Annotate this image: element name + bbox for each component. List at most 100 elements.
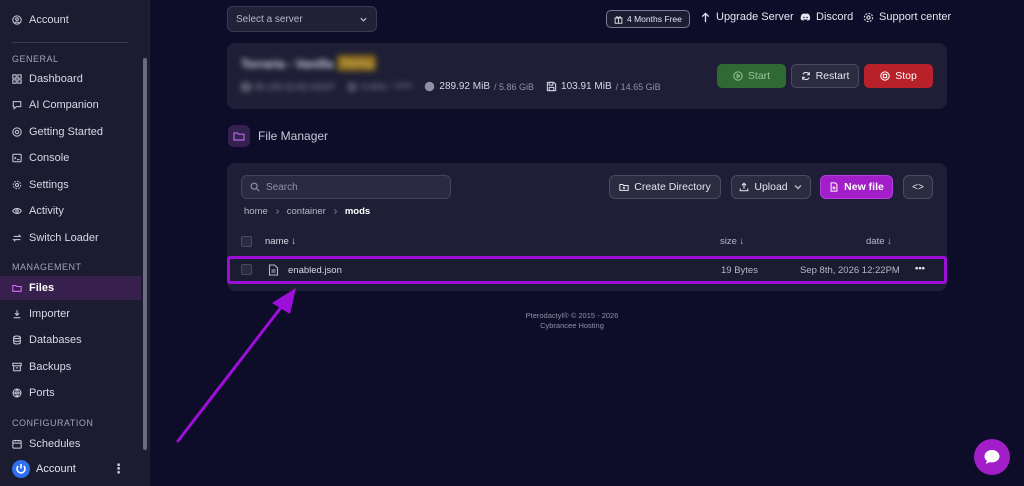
cpu-limit: / 100% xyxy=(390,83,413,90)
folder-icon xyxy=(12,284,22,292)
column-header-size[interactable]: size ↓ xyxy=(720,236,744,247)
code-view-toggle[interactable]: <> xyxy=(903,175,933,199)
sidebar-item-label: Account xyxy=(29,14,69,26)
upload-button[interactable]: Upload xyxy=(731,175,811,199)
file-size: 19 Bytes xyxy=(721,265,758,276)
support-center-link[interactable]: Support center xyxy=(863,11,951,23)
server-name: Terraria - Vanilla xyxy=(241,57,334,71)
database-icon xyxy=(13,335,21,345)
upgrade-server-label: Upgrade Server xyxy=(716,11,794,23)
search-input[interactable] xyxy=(266,181,446,193)
sidebar-item-console[interactable]: Console xyxy=(12,148,140,168)
create-directory-button[interactable]: Create Directory xyxy=(609,175,721,199)
sidebar-item-files[interactable]: Files xyxy=(0,276,141,300)
network-icon xyxy=(12,388,22,398)
sidebar-item-getting-started[interactable]: Getting Started xyxy=(12,122,140,142)
calendar-icon xyxy=(12,439,22,449)
file-text-icon xyxy=(268,264,279,276)
breadcrumb: home container mods xyxy=(244,206,370,217)
column-header-name[interactable]: name ↓ xyxy=(265,236,296,247)
new-file-button[interactable]: New file xyxy=(820,175,893,199)
sidebar-item-settings[interactable]: Settings xyxy=(12,175,140,195)
file-browser-card: Create Directory Upload New file <> home… xyxy=(227,163,947,291)
sidebar-item-account[interactable]: Account xyxy=(12,10,140,30)
discord-link[interactable]: Discord xyxy=(800,11,853,23)
sidebar-item-databases[interactable]: Databases xyxy=(12,330,140,350)
sidebar-item-label: Dashboard xyxy=(29,73,83,85)
page-footer: Pterodactyl® © 2015 - 2026 Cybrancee Hos… xyxy=(500,311,644,331)
server-stats: 85.159.32.82:19237 0.00% / 100% 289.92 M… xyxy=(241,81,673,92)
sidebar-item-label: Backups xyxy=(29,361,72,373)
sidebar-item-schedules[interactable]: Schedules xyxy=(12,434,140,454)
stop-button-label: Stop xyxy=(895,70,917,82)
table-row[interactable]: enabled.json 19 Bytes Sep 8th, 2026 12:2… xyxy=(227,256,947,284)
live-chat-button[interactable] xyxy=(974,439,1010,475)
file-name[interactable]: enabled.json xyxy=(288,265,342,276)
server-status-card: Terraria - Vanilla Starting 85.159.32.82… xyxy=(227,43,947,109)
file-manager-icon-box xyxy=(228,125,250,147)
account-label: Account xyxy=(36,463,76,475)
sidebar-item-dashboard[interactable]: Dashboard xyxy=(12,69,140,89)
sidebar-item-label: Databases xyxy=(29,334,82,346)
breadcrumb-container[interactable]: container xyxy=(287,206,326,217)
eye-icon xyxy=(12,208,22,214)
chevron-right-icon xyxy=(275,209,280,214)
start-button[interactable]: Start xyxy=(717,64,786,88)
sidebar-item-ports[interactable]: Ports xyxy=(12,383,140,403)
promo-badge[interactable]: 4 Months Free xyxy=(606,10,690,28)
swap-arrows-icon xyxy=(12,234,22,242)
search-box[interactable] xyxy=(241,175,451,199)
new-file-label: New file xyxy=(844,181,884,193)
row-actions-menu[interactable]: ••• xyxy=(915,263,925,274)
folder-open-icon xyxy=(233,132,245,141)
sidebar-scrollbar[interactable] xyxy=(143,58,147,450)
row-checkbox[interactable] xyxy=(241,264,252,275)
server-address-value: 85.159.32.82:19237 xyxy=(255,81,336,92)
folder-plus-icon xyxy=(619,184,629,191)
select-all-checkbox[interactable] xyxy=(241,236,252,247)
user-circle-icon xyxy=(12,15,22,25)
sidebar-item-activity[interactable]: Activity xyxy=(12,201,140,221)
file-plus-icon xyxy=(830,182,838,192)
sidebar-item-ai-companion[interactable]: AI Companion xyxy=(12,95,140,115)
cpu-stat: 0.00% / 100% xyxy=(347,82,412,92)
column-header-date[interactable]: date ↓ xyxy=(866,236,892,247)
upgrade-server-link[interactable]: Upgrade Server xyxy=(700,11,794,23)
search-icon xyxy=(250,182,260,192)
upload-icon xyxy=(740,182,749,192)
breadcrumb-home[interactable]: home xyxy=(244,206,268,217)
chat-bot-icon xyxy=(12,101,22,110)
sidebar-item-label: Getting Started xyxy=(29,126,103,138)
restart-button-label: Restart xyxy=(815,70,850,82)
sidebar-item-label: Switch Loader xyxy=(29,232,99,244)
sidebar-account-footer[interactable]: Account ⋮ xyxy=(0,452,150,486)
sidebar-divider xyxy=(12,42,128,43)
support-center-label: Support center xyxy=(879,11,952,23)
memory-value: 289.92 MiB xyxy=(439,81,490,92)
stop-circle-icon xyxy=(880,71,890,81)
power-icon xyxy=(16,464,26,474)
lifebuoy-icon xyxy=(12,127,22,137)
globe-icon xyxy=(241,81,251,92)
disk-stat: 103.91 MiB / 14.65 GiB xyxy=(546,81,661,92)
section-header-configuration: CONFIGURATION xyxy=(12,418,94,428)
gear-icon xyxy=(12,180,22,190)
stop-button[interactable]: Stop xyxy=(864,64,933,88)
sidebar-item-label: AI Companion xyxy=(29,99,99,111)
avatar xyxy=(12,460,30,478)
page-title: File Manager xyxy=(258,129,329,143)
sidebar-item-importer[interactable]: Importer xyxy=(12,304,140,324)
sidebar-item-switch-loader[interactable]: Switch Loader xyxy=(12,228,140,248)
refresh-icon xyxy=(801,71,810,81)
server-select[interactable]: Select a server xyxy=(227,6,377,32)
chevron-right-icon xyxy=(333,209,338,214)
footer-copyright: Pterodactyl® © 2015 - 2026 xyxy=(525,311,619,320)
server-address: 85.159.32.82:19237 xyxy=(241,82,335,92)
restart-button[interactable]: Restart xyxy=(791,64,859,88)
chevron-down-icon xyxy=(360,17,367,22)
account-menu-kebab[interactable]: ⋮ xyxy=(112,461,125,477)
status-badge: Starting xyxy=(337,55,377,71)
sidebar-item-label: Ports xyxy=(29,387,55,399)
sidebar-item-backups[interactable]: Backups xyxy=(12,357,140,377)
chevron-down-icon xyxy=(794,185,802,190)
